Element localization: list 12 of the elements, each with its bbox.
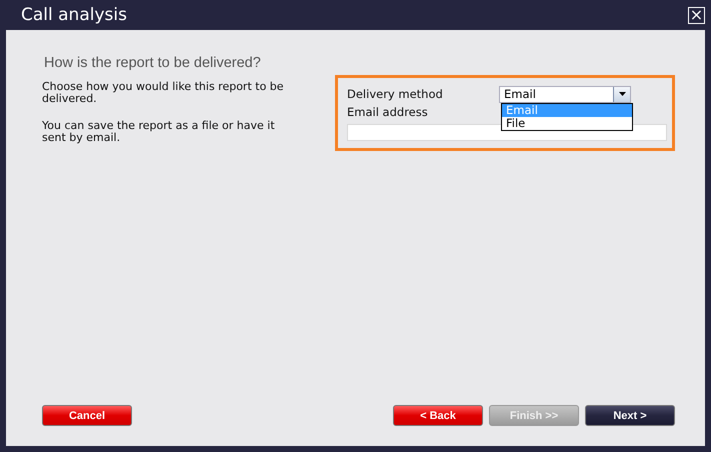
back-button[interactable]: < Back [393,405,483,426]
delivery-method-dropdown[interactable]: Email [499,86,631,102]
description-text: You can save the report as a file or have it sent by email. [42,120,276,144]
field-label: Email address [347,105,429,119]
caret-icon[interactable] [613,86,630,102]
field-label: Delivery method [347,87,444,101]
description-text: Choose how you would like this report to be delivered. [42,81,285,105]
close-button[interactable]: × [688,6,705,24]
next-button[interactable]: Next > [585,405,675,426]
page-heading: How is the report to be delivered? [44,55,262,71]
cancel-button[interactable]: Cancel [42,405,132,426]
window-title: Call analysis [21,5,127,25]
